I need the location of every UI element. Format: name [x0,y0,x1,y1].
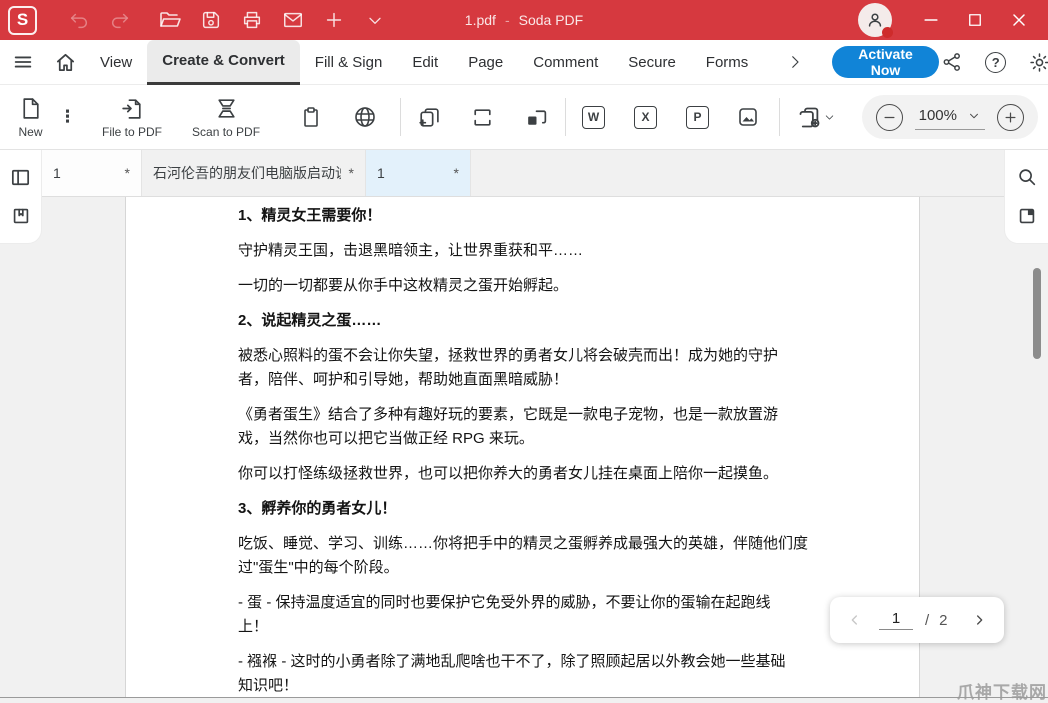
document-tab-1[interactable]: 1 * [42,150,142,196]
scan-to-pdf-label: Scan to PDF [192,124,261,139]
doc-paragraph: - 襁褓 - 这时的小勇者除了满地乱爬啥也干不了，除了照顾起居以外教会她一些基础… [238,653,786,694]
add-icon[interactable] [322,8,346,32]
window-title-file: 1.pdf [464,12,496,28]
settings-gear-icon[interactable] [1027,49,1048,75]
zoom-in-button[interactable] [997,103,1024,131]
right-panel-toggle-group [1004,150,1048,244]
sidebar-toggle-icon[interactable] [8,164,34,190]
email-icon[interactable] [281,8,305,32]
tab-title: 1 [377,165,385,181]
zoom-chevron-down-icon [970,113,978,118]
document-tab-3-active[interactable]: 1 * [366,150,471,196]
help-icon[interactable]: ? [983,49,1009,75]
page-navigator: 1 / 2 [830,597,1004,643]
toolbar-chevron-down-icon[interactable] [363,8,387,32]
pdf-to-image-icon[interactable] [735,104,761,130]
menu-item-edit[interactable]: Edit [397,40,453,85]
zoom-out-button[interactable] [875,103,903,131]
maximize-button[interactable] [960,0,990,40]
pdf-to-powerpoint-icon[interactable]: P [686,105,710,129]
menu-item-page[interactable]: Page [453,40,518,85]
previous-page-chevron-icon[interactable] [845,610,865,630]
scan-to-pdf-button[interactable]: Scan to PDF [192,96,260,139]
tab-title: 1 [53,165,61,181]
document-viewport[interactable]: 1、精灵女王需要你！ 守护精灵王国，击退黑暗领主，让世界重获和平…… 一切的一切… [0,197,1048,698]
notification-dot [882,27,893,38]
tab-modified-indicator: * [124,165,130,181]
page-thumbnails-panel-icon[interactable] [1014,203,1040,229]
page-separator: / [925,611,930,629]
pdf-to-word-icon[interactable]: W [582,105,606,129]
share-icon[interactable] [939,49,965,75]
activate-now-button[interactable]: Activate Now [832,46,939,78]
menu-item-comment[interactable]: Comment [518,40,613,85]
print-icon[interactable] [240,8,264,32]
vertical-scrollbar-thumb[interactable] [1033,268,1041,359]
account-avatar[interactable] [858,3,893,38]
file-to-pdf-button[interactable]: File to PDF [102,96,162,139]
document-tab-bar: 1 * 石河伦吾的朋友们电脑版启动说明 * 1 * [0,150,1048,197]
tab-title: 石河伦吾的朋友们电脑版启动说明 [153,165,341,181]
zoom-level-dropdown[interactable]: 100% [914,104,985,130]
screen-capture-to-pdf-icon[interactable] [523,104,549,130]
tab-modified-indicator: * [453,165,459,181]
soda-logo-icon[interactable]: S [8,5,37,35]
window-title-app: Soda PDF [518,12,584,28]
menu-item-fill-sign[interactable]: Fill & Sign [300,40,398,85]
split-pages-icon[interactable] [469,104,495,130]
menu-item-esign[interactable]: E-Sig [763,40,778,85]
doc-paragraph: 守护精灵王国，击退黑暗领主，让世界重获和平…… [238,242,584,259]
file-to-pdf-label: File to PDF [102,124,163,139]
tool-bar: New ⋮ File to PDF Scan to PDF W X P 100% [0,85,1048,150]
new-document-button[interactable]: New [18,96,43,139]
doc-paragraph: - 蛋 - 保持温度适宜的同时也要保护它免受外界的威胁，不要让你的蛋输在起跑线 … [238,594,771,635]
menu-bar: View Create & Convert Fill & Sign Edit P… [0,39,1048,85]
open-file-icon[interactable] [158,8,182,32]
menu-overflow-chevron-icon[interactable] [786,53,804,71]
search-icon[interactable] [1014,164,1040,190]
menu-item-secure[interactable]: Secure [613,40,691,85]
doc-heading-2: 2、说起精灵之蛋…… [238,312,382,329]
more-options-kebab-icon[interactable]: ⋮ [59,108,76,125]
window-title-dash: - [504,12,510,28]
save-icon[interactable] [199,8,223,32]
doc-paragraph: 你可以打怪练级拯救世界，也可以把你养大的勇者女儿挂在桌面上陪你一起摸鱼。 [238,465,779,482]
pdf-page: 1、精灵女王需要你！ 守护精灵王国，击退黑暗领主，让世界重获和平…… 一切的一切… [125,197,920,698]
new-label: New [18,124,43,139]
web-to-pdf-globe-icon[interactable] [352,104,378,130]
menu-item-view[interactable]: View [85,40,147,85]
menu-item-create-convert[interactable]: Create & Convert [147,39,300,85]
current-page-input[interactable]: 1 [879,610,913,630]
pdf-to-excel-icon[interactable]: X [634,105,658,129]
minimize-button[interactable] [916,0,946,40]
doc-heading-3: 3、孵养你的勇者女儿！ [238,500,397,517]
window-title: 1.pdf - Soda PDF [465,0,583,40]
doc-paragraph: 一切的一切都要从你手中这枚精灵之蛋开始孵起。 [238,277,569,294]
bookmarks-panel-icon[interactable] [8,203,34,229]
left-panel-toggle-group [0,150,42,244]
next-page-chevron-icon[interactable] [969,610,989,630]
doc-paragraph: 吃饭、睡觉、学习、训练……你将把手中的精灵之蛋孵养成最强大的英雄，伴随他们度 过… [238,535,809,576]
undo-icon[interactable] [67,8,91,32]
doc-paragraph: 《勇者蛋生》结合了多种有趣好玩的要素，它既是一款电子宠物，也是一款放置游 戏，当… [238,406,779,447]
document-tab-2[interactable]: 石河伦吾的朋友们电脑版启动说明 * [142,150,366,196]
redo-icon[interactable] [108,8,132,32]
doc-heading-1: 1、精灵女王需要你！ [238,207,382,224]
batch-convert-icon[interactable] [794,104,838,130]
close-button[interactable] [1004,0,1034,40]
zoom-controls: 100% [861,95,1038,139]
home-icon[interactable] [54,51,77,74]
watermark-text: 爪神下载网 [957,683,1047,702]
batch-convert-chevron-icon [825,114,834,120]
menu-item-forms[interactable]: Forms [691,40,764,85]
merge-pages-icon[interactable] [415,104,441,130]
tab-modified-indicator: * [348,165,354,181]
hamburger-menu-icon[interactable] [12,51,34,73]
title-bar: S 1.pdf - Soda PDF [0,0,1048,40]
zoom-level-value: 100% [918,107,957,124]
paste-clipboard-icon[interactable] [298,104,324,130]
total-pages: 2 [939,611,948,629]
doc-paragraph: 被悉心照料的蛋不会让你失望，拯救世界的勇者女儿将会破壳而出！成为她的守护 者，陪… [238,347,779,388]
